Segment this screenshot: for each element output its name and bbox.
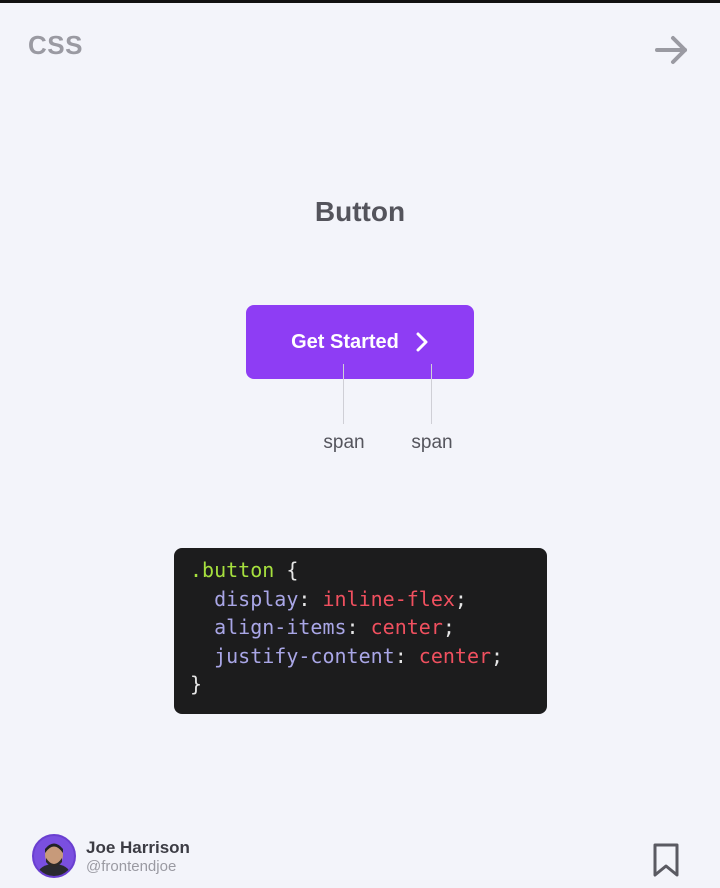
category-tag: CSS bbox=[28, 30, 83, 60]
code-token-punc: : bbox=[346, 615, 371, 639]
code-token-punc: : bbox=[298, 586, 323, 611]
code-token-val: inline-flex bbox=[322, 586, 455, 611]
get-started-button[interactable]: Get Started bbox=[246, 305, 474, 379]
author-handle: @frontendjoe bbox=[86, 857, 177, 875]
get-started-label: Get Started bbox=[291, 330, 399, 353]
arrow-right-icon[interactable] bbox=[652, 30, 692, 70]
code-token-sel: .button bbox=[190, 558, 275, 582]
annotation-span-label: span bbox=[323, 432, 365, 453]
code-token-punc: : bbox=[394, 643, 419, 668]
code-token-prop: display bbox=[190, 586, 299, 611]
author-info[interactable]: Joe Harrison @frontendjoe bbox=[32, 834, 190, 878]
annotation-span-icon: span bbox=[411, 432, 453, 453]
code-token-prop: justify-content bbox=[190, 643, 395, 668]
page-title: Button bbox=[314, 196, 406, 227]
code-line: display: inline-flex; bbox=[190, 585, 547, 614]
avatar bbox=[32, 834, 76, 878]
bookmark-icon[interactable] bbox=[652, 842, 680, 878]
author-name: Joe Harrison bbox=[86, 837, 190, 857]
code-token-punc: { bbox=[274, 558, 299, 582]
code-token-punc: ; bbox=[491, 643, 504, 668]
code-line: justify-content: center; bbox=[190, 642, 547, 671]
code-token-val: center bbox=[370, 615, 443, 639]
code-token-punc: ; bbox=[442, 615, 455, 639]
code-line: .button { bbox=[190, 556, 547, 585]
code-block: .button { display: inline-flex; align-it… bbox=[174, 548, 547, 714]
code-token-punc: ; bbox=[454, 586, 467, 611]
code-token-punc: } bbox=[190, 672, 203, 696]
code-line: } bbox=[190, 670, 547, 699]
code-token-val: center bbox=[418, 643, 492, 668]
top-border bbox=[0, 0, 720, 3]
chevron-right-icon bbox=[416, 332, 428, 352]
code-line: align-items: center; bbox=[190, 613, 547, 642]
code-token-prop: align-items bbox=[190, 615, 347, 639]
annotation-line-icon bbox=[431, 364, 432, 424]
annotation-line-label bbox=[343, 364, 344, 424]
